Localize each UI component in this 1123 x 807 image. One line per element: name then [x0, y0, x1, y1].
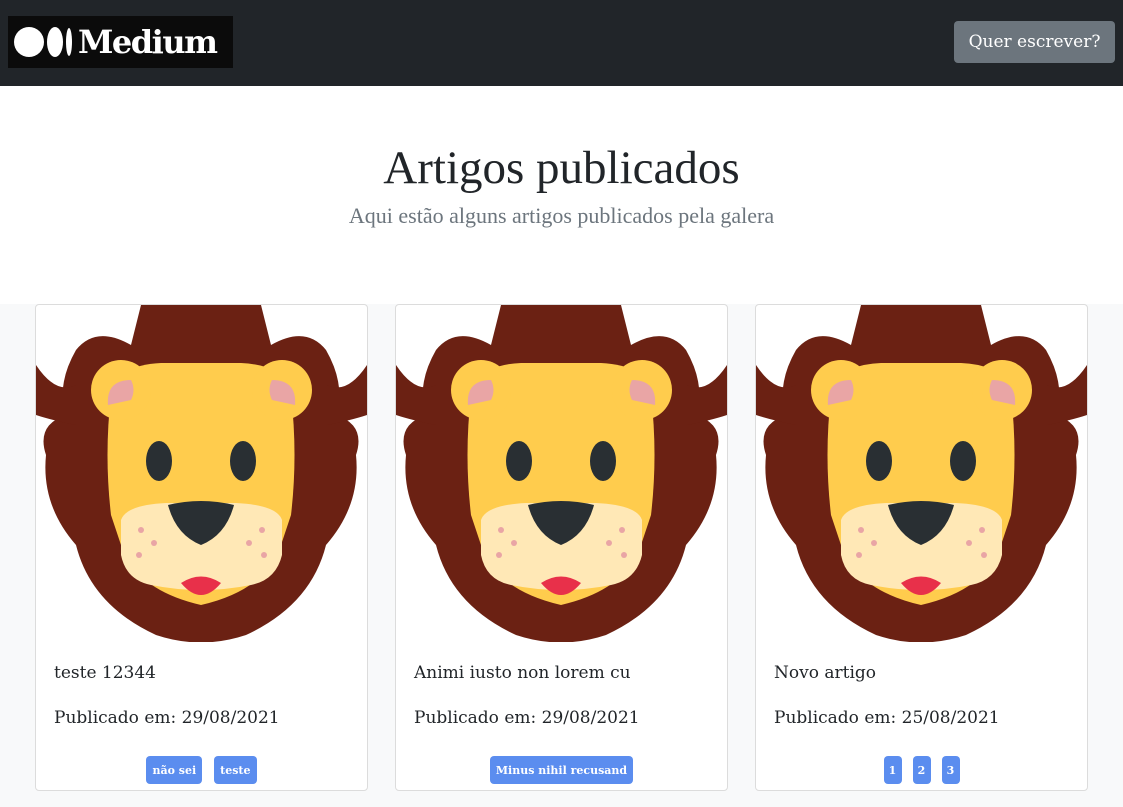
articles-grid: teste 12344 Publicado em: 29/08/2021 não… [0, 304, 1123, 807]
medium-logo-icon [14, 27, 72, 57]
article-card[interactable]: teste 12344 Publicado em: 29/08/2021 não… [35, 304, 368, 791]
tag-badge[interactable]: Minus nihil recusand [489, 756, 634, 784]
page-subtitle: Aqui estão alguns artigos publicados pel… [348, 203, 775, 228]
logo-text: Medium [78, 23, 218, 61]
navbar: Medium Quer escrever? [0, 0, 1123, 86]
tag-list: Minus nihil recusand [396, 756, 727, 784]
article-card[interactable]: Animi iusto non lorem cu Publicado em: 2… [395, 304, 728, 791]
article-date: Publicado em: 25/08/2021 [774, 708, 1000, 728]
tag-list: 1 2 3 [756, 756, 1087, 784]
article-title[interactable]: teste 12344 [54, 663, 156, 683]
article-title[interactable]: Animi iusto non lorem cu [414, 663, 631, 683]
lion-face-icon [756, 305, 1087, 642]
tag-list: não sei teste [36, 756, 367, 784]
lion-face-icon [396, 305, 727, 642]
tag-badge[interactable]: 2 [912, 756, 931, 784]
article-date: Publicado em: 29/08/2021 [54, 708, 280, 728]
article-card[interactable]: Novo artigo Publicado em: 25/08/2021 1 2… [755, 304, 1088, 791]
article-title[interactable]: Novo artigo [774, 663, 876, 683]
page-title: Artigos publicados [383, 142, 740, 194]
write-button[interactable]: Quer escrever? [954, 21, 1115, 63]
hero-section: Artigos publicados Aqui estão alguns art… [0, 86, 1123, 304]
tag-badge[interactable]: 3 [941, 756, 960, 784]
lion-face-icon [36, 305, 367, 642]
tag-badge[interactable]: teste [214, 756, 257, 784]
tag-badge[interactable]: 1 [883, 756, 902, 784]
tag-badge[interactable]: não sei [146, 756, 203, 784]
article-date: Publicado em: 29/08/2021 [414, 708, 640, 728]
medium-logo[interactable]: Medium [8, 16, 233, 68]
